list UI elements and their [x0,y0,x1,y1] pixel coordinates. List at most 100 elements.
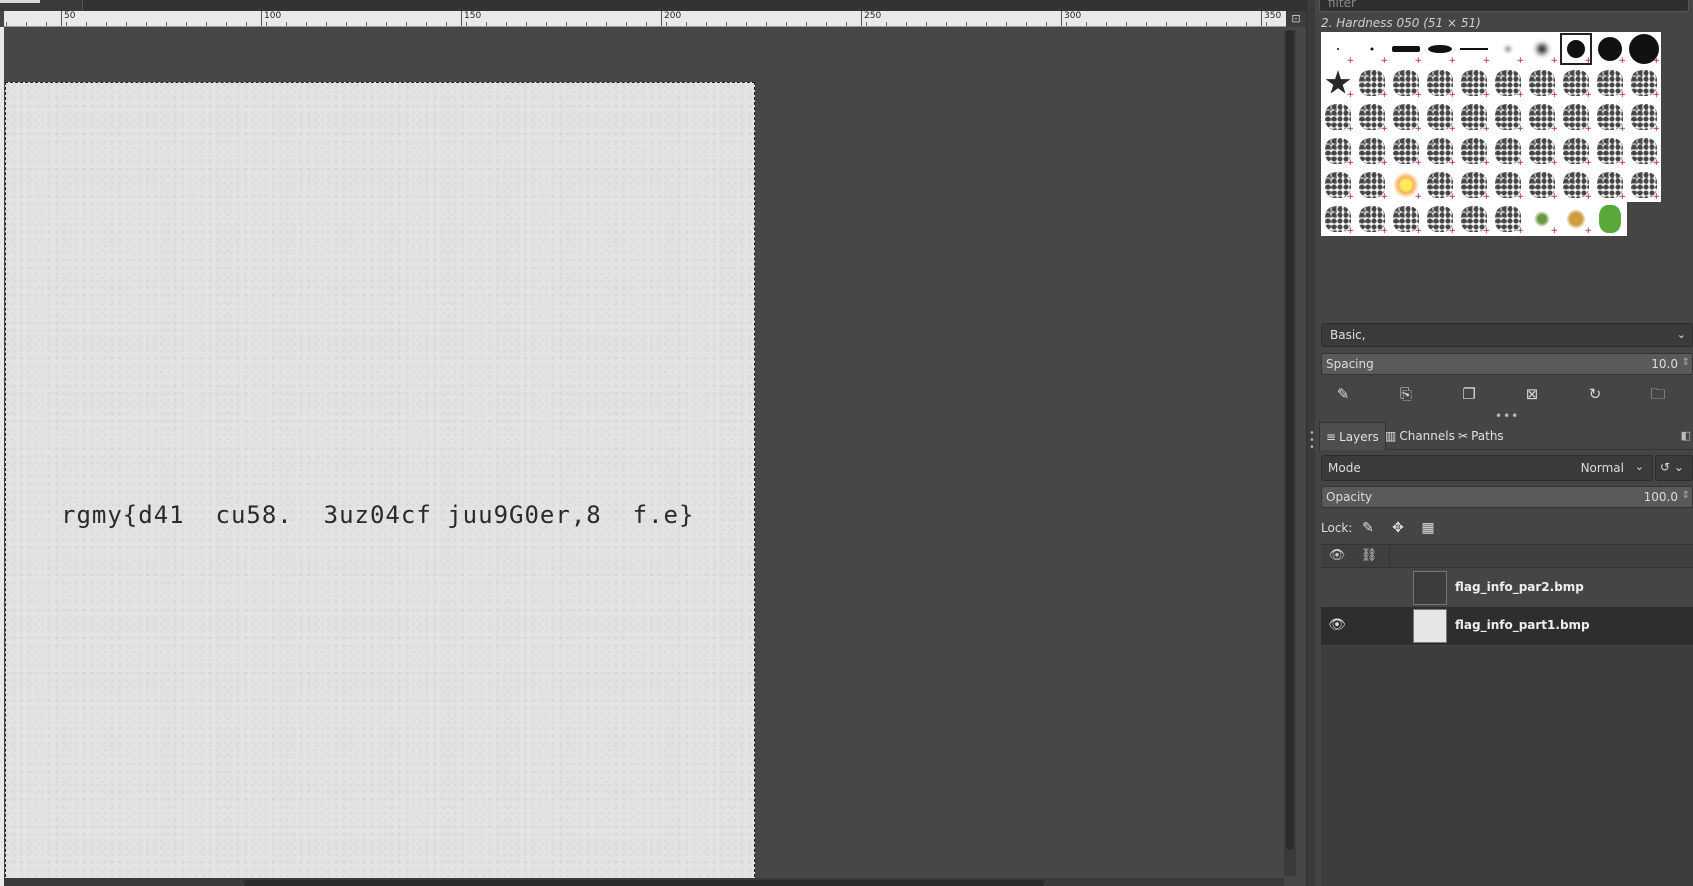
delete-brush-icon[interactable]: ⊠ [1520,382,1544,406]
horizontal-scrollbar[interactable] [4,878,1284,886]
layer-row[interactable]: 👁 flag_info_part1.bmp [1321,607,1693,645]
brush-cell[interactable]: + [1389,202,1423,236]
brush-cell[interactable]: + [1423,168,1457,202]
brush-cell[interactable]: + [1355,202,1389,236]
brush-cell[interactable]: + [1321,66,1355,100]
horizontal-ruler[interactable]: 50100150200250300350400450500550600650 [4,11,1286,27]
eye-icon[interactable]: 👁 [1327,617,1347,633]
brush-cell[interactable]: + [1525,134,1559,168]
brush-cell[interactable]: + [1355,66,1389,100]
edit-brush-icon[interactable]: ✎ [1331,382,1355,406]
open-brush-as-image-icon[interactable]: 🗀 [1646,382,1670,406]
brush-cell[interactable]: + [1559,32,1593,66]
layer-name[interactable]: flag_info_part1.bmp [1455,618,1590,632]
brush-cell[interactable]: + [1355,168,1389,202]
brush-cell[interactable]: + [1627,168,1661,202]
brush-cell[interactable]: + [1491,66,1525,100]
brush-cell[interactable]: + [1593,168,1627,202]
brush-cell[interactable]: + [1389,134,1423,168]
brush-cell[interactable]: + [1355,100,1389,134]
brush-cell[interactable]: + [1457,66,1491,100]
brush-cell[interactable]: + [1491,100,1525,134]
layer-name[interactable]: flag_info_par2.bmp [1455,580,1584,594]
brush-cell[interactable]: + [1423,100,1457,134]
brush-cell[interactable]: + [1525,66,1559,100]
duplicate-brush-icon[interactable]: ❐ [1457,382,1481,406]
brush-cell[interactable]: + [1525,168,1559,202]
vertical-scrollbar[interactable] [1284,30,1296,876]
brush-cell[interactable]: + [1593,100,1627,134]
tab-channels[interactable]: ▥ Channels [1379,422,1461,450]
dock-separator[interactable]: • • • [1306,0,1315,886]
brush-cell[interactable]: + [1491,32,1525,66]
brush-cell[interactable]: + [1457,202,1491,236]
brush-cell[interactable]: + [1423,32,1457,66]
image-canvas-area[interactable]: 50100150200250300350400450500550600650 ⊡… [0,0,1306,886]
brush-cell[interactable]: + [1389,100,1423,134]
brush-grid[interactable]: + + + + + + + + + + + + + + + + + + + + + + + + + + + + + + + + + + + + + + + +… [1321,32,1667,236]
brush-cell[interactable]: + [1491,134,1525,168]
brush-cell[interactable]: + [1627,100,1661,134]
brush-cell[interactable]: + [1525,100,1559,134]
brush-tag-filter[interactable]: Basic, ⌄ [1321,323,1693,347]
brush-cell[interactable]: + [1627,134,1661,168]
lock-pixels-icon[interactable]: ✎ [1357,517,1379,539]
brush-cell[interactable]: + [1321,32,1355,66]
panel-resize-grip-icon[interactable]: ••• [1495,409,1519,423]
layer-mode-select[interactable]: Mode Normal ⌄ [1321,455,1653,481]
brush-cell[interactable]: + [1457,100,1491,134]
spin-arrows-icon[interactable]: ⇕ [1682,490,1690,501]
brush-cell[interactable]: + [1321,134,1355,168]
brush-cell[interactable]: + [1491,202,1525,236]
brush-cell[interactable]: + [1559,134,1593,168]
brush-cell[interactable]: + [1627,66,1661,100]
refresh-brushes-icon[interactable]: ↻ [1583,382,1607,406]
brush-cell[interactable]: + [1389,66,1423,100]
new-brush-icon[interactable]: ⎘ [1394,382,1418,406]
brush-cell[interactable]: + [1321,202,1355,236]
brush-cell[interactable]: + [1593,66,1627,100]
brush-cell[interactable]: + [1593,134,1627,168]
brush-cell[interactable]: + [1559,100,1593,134]
brush-cell[interactable]: + [1389,168,1423,202]
vertical-scrollbar-thumb[interactable] [1286,30,1294,850]
lock-position-icon[interactable]: ✥ [1387,517,1409,539]
brush-cell[interactable]: + [1457,32,1491,66]
lock-alpha-icon[interactable]: ▦ [1417,517,1439,539]
tab-layers[interactable]: ≡ Layers [1319,422,1386,450]
brush-cell-pepper[interactable] [1593,202,1627,236]
brush-cell[interactable]: + [1423,66,1457,100]
brush-cell[interactable]: + [1423,202,1457,236]
brush-cell[interactable]: + [1559,66,1593,100]
brush-cell[interactable]: + [1627,32,1661,66]
brush-cell[interactable]: + [1491,168,1525,202]
brush-cell[interactable]: + [1457,168,1491,202]
brush-cell[interactable]: + [1321,100,1355,134]
brush-spacing-slider[interactable]: Spacing 10.0 ⇕ [1321,353,1693,375]
composite-mode-button[interactable]: ↺ ⌄ [1655,455,1693,481]
brush-cell[interactable]: + [1355,134,1389,168]
spin-arrows-icon[interactable]: ⇕ [1682,357,1690,368]
tab-menu-icon[interactable]: ◧ [1681,429,1691,442]
layer-row[interactable]: flag_info_par2.bmp [1321,569,1693,607]
brush-cell[interactable]: + [1559,202,1593,236]
brush-cell[interactable]: + [1321,168,1355,202]
brush-cell[interactable]: + [1389,32,1423,66]
layer-opacity-slider[interactable]: Opacity 100.0 ⇕ [1321,486,1693,508]
visibility-header-icon[interactable]: 👁 [1323,548,1351,563]
zoom-navigate-icon[interactable]: ⊡ [1286,11,1306,27]
tab-paths[interactable]: ✂ Paths [1452,422,1510,450]
brush-cell[interactable]: + [1593,32,1627,66]
brush-cell[interactable]: + [1423,134,1457,168]
brush-cell[interactable]: + [1525,32,1559,66]
brush-cell[interactable]: + [1355,32,1389,66]
brush-cell[interactable]: + [1559,168,1593,202]
brush-cell[interactable]: + [1457,134,1491,168]
image-tab[interactable] [0,0,40,3]
horizontal-scrollbar-thumb[interactable] [244,880,1044,886]
brush-cell[interactable]: + [1525,202,1559,236]
vertical-ruler[interactable] [0,27,4,886]
brush-filter-input[interactable]: filter [1319,0,1689,12]
image-layer-canvas[interactable]: rgmy{d41 cu58. 3uz04cf juu9G0er,8 f.e} [5,82,755,882]
chain-header-icon[interactable]: ⛓ [1355,548,1383,563]
